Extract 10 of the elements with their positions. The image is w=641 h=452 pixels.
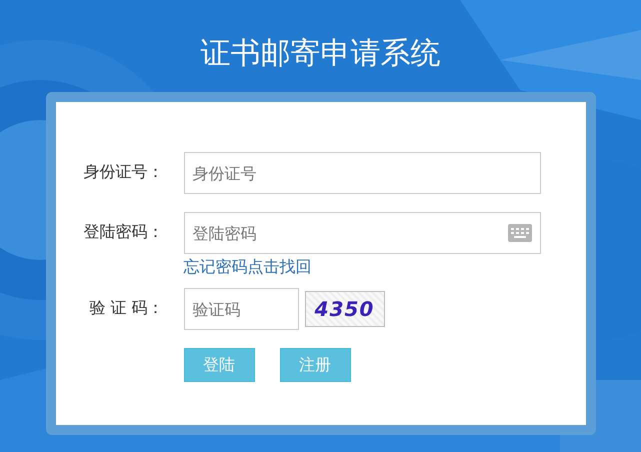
field-label: 登陆密码： <box>82 221 164 243</box>
field-label: 身份证号： <box>82 161 164 183</box>
input-field[interactable]: 身份证号 <box>184 152 540 194</box>
field-label: 验 证 码： <box>88 297 164 319</box>
keyboard-icon[interactable] <box>508 224 532 242</box>
page-title: 证书邮寄申请系统 <box>200 35 440 73</box>
captcha-image[interactable]: 4350 <box>304 291 384 327</box>
captcha-field[interactable]: 验证码 <box>184 288 298 330</box>
forgot-password-link[interactable]: 忘记密码点击找回 <box>184 257 540 278</box>
password-field[interactable]: 登陆密码 <box>184 212 540 254</box>
